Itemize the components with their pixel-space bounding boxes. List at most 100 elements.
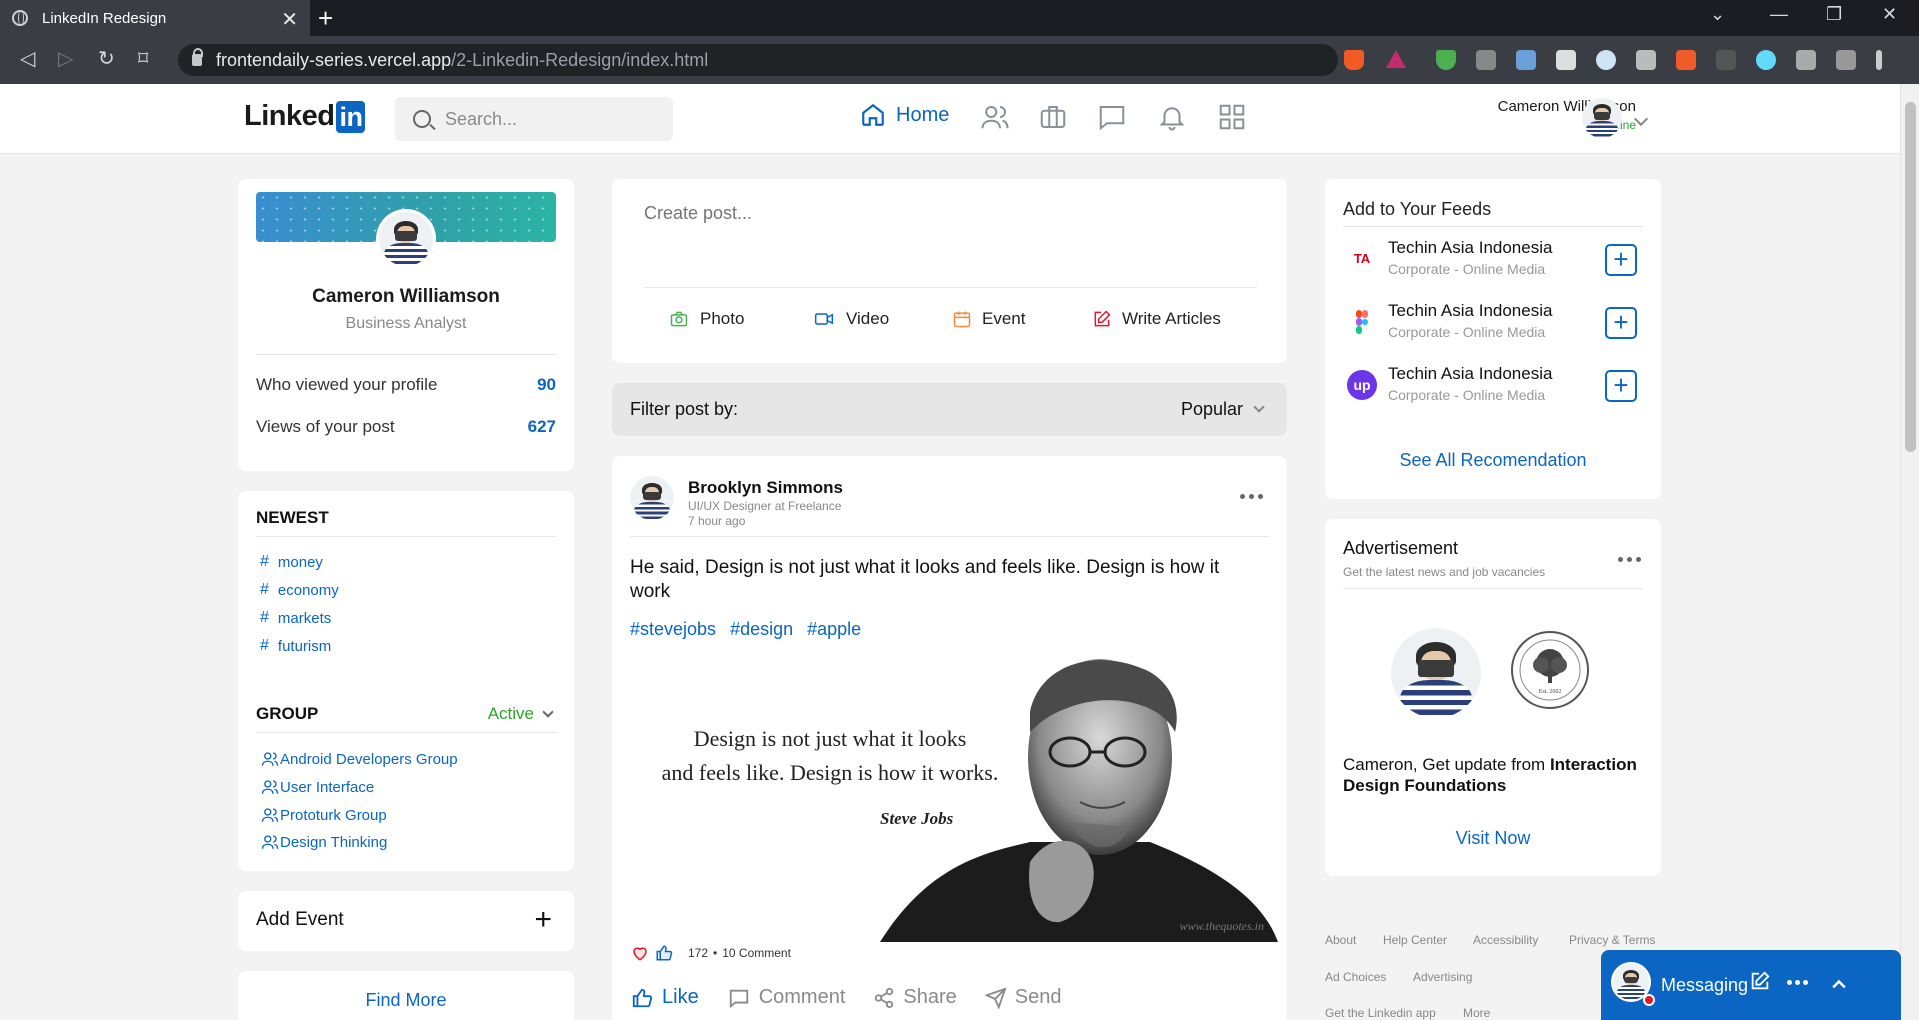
brave-shield-icon[interactable] bbox=[1344, 50, 1364, 70]
add-feed-button[interactable]: + bbox=[1605, 307, 1637, 339]
close-window-icon[interactable]: ✕ bbox=[1882, 4, 1897, 25]
picker-extension-icon[interactable] bbox=[1516, 50, 1536, 70]
tag-markets[interactable]: # markets bbox=[260, 609, 331, 627]
address-bar[interactable]: frontendaily-series.vercel.app/2-Linkedi… bbox=[178, 44, 1338, 76]
wallet-icon[interactable] bbox=[1836, 50, 1856, 70]
group-filter-select[interactable]: Active bbox=[488, 704, 554, 724]
footer-link[interactable]: Accessibility bbox=[1473, 933, 1538, 947]
photo-button[interactable]: Photo bbox=[668, 309, 744, 329]
stat-post-views[interactable]: Views of your post 627 bbox=[256, 417, 556, 437]
search-input[interactable] bbox=[445, 108, 645, 130]
add-feed-button[interactable]: + bbox=[1605, 244, 1637, 276]
tab-search-icon[interactable]: ⌄ bbox=[1710, 4, 1725, 25]
messaging-bar[interactable]: Messaging bbox=[1601, 950, 1901, 1020]
write-article-button[interactable]: Write Articles bbox=[1092, 309, 1221, 329]
footer-link[interactable]: Get the Linkedin app bbox=[1325, 1006, 1436, 1020]
nav-jobs[interactable] bbox=[1038, 102, 1068, 137]
footer-link[interactable]: More bbox=[1463, 1006, 1490, 1020]
close-tab-icon[interactable]: ✕ bbox=[281, 7, 298, 32]
group-item[interactable]: User Interface bbox=[260, 778, 374, 796]
more-options-icon[interactable] bbox=[1240, 494, 1263, 499]
see-all-recommendations-link[interactable]: See All Recomendation bbox=[1325, 450, 1661, 471]
post-actions: Like Comment Share Send bbox=[630, 986, 1062, 1009]
chevron-up-icon[interactable] bbox=[1829, 974, 1849, 999]
add-event-card[interactable]: Add Event + bbox=[238, 891, 574, 951]
tag-money[interactable]: # money bbox=[260, 553, 323, 571]
tag-futurism[interactable]: # futurism bbox=[260, 637, 331, 655]
puzzle-icon[interactable] bbox=[1796, 50, 1816, 70]
create-post-input[interactable] bbox=[644, 203, 1244, 224]
hashtag-link[interactable]: #stevejobs bbox=[630, 619, 716, 640]
menu-icon[interactable] bbox=[1876, 50, 1882, 70]
filter-select[interactable]: Popular bbox=[1181, 399, 1265, 420]
scrollbar-thumb[interactable] bbox=[1905, 102, 1916, 452]
interaction-design-logo: Est. 2002 bbox=[1511, 631, 1589, 709]
footer-link[interactable]: Privacy & Terms bbox=[1569, 933, 1655, 947]
tag-economy[interactable]: # economy bbox=[260, 581, 339, 599]
nav-network[interactable] bbox=[980, 102, 1010, 137]
url-host: frontendaily-series.vercel.app bbox=[216, 49, 452, 70]
react-devtools-icon[interactable] bbox=[1756, 50, 1776, 70]
find-more-link[interactable]: Find More bbox=[238, 990, 574, 1011]
brave-rewards-icon[interactable] bbox=[1386, 50, 1406, 68]
chat-icon bbox=[1099, 106, 1125, 131]
divider bbox=[256, 732, 556, 733]
vpn-extension-icon[interactable] bbox=[1596, 50, 1616, 70]
minimize-icon[interactable]: — bbox=[1770, 4, 1788, 25]
profile-avatar[interactable] bbox=[376, 209, 436, 269]
header-avatar[interactable] bbox=[1582, 98, 1622, 138]
more-options-icon[interactable] bbox=[1618, 557, 1641, 562]
bookmark-icon[interactable]: ⌑ bbox=[138, 46, 148, 71]
add-feed-button[interactable]: + bbox=[1605, 370, 1637, 402]
like-button[interactable]: Like bbox=[630, 986, 699, 1009]
shield-extension-icon[interactable] bbox=[1436, 50, 1456, 70]
profile-name[interactable]: Cameron Williamson bbox=[238, 286, 574, 308]
group-item[interactable]: Design Thinking bbox=[260, 833, 387, 851]
visit-now-link[interactable]: Visit Now bbox=[1325, 828, 1661, 849]
footer-link[interactable]: Advertising bbox=[1413, 970, 1472, 984]
post-image[interactable]: Design is not just what it looks and fee… bbox=[630, 652, 1278, 942]
group-item[interactable]: Prototurk Group bbox=[260, 806, 387, 824]
send-button[interactable]: Send bbox=[984, 986, 1062, 1009]
hashtag-link[interactable]: #apple bbox=[807, 619, 861, 640]
event-button[interactable]: Event bbox=[952, 309, 1025, 329]
share-button[interactable]: Share bbox=[873, 986, 957, 1009]
post-author-name[interactable]: Brooklyn Simmons bbox=[688, 478, 843, 498]
extension-icon[interactable] bbox=[1476, 50, 1496, 70]
compose-icon[interactable] bbox=[1749, 970, 1771, 997]
font-extension-icon[interactable] bbox=[1716, 50, 1736, 70]
browser-tab[interactable]: LinkedIn Redesign ✕ bbox=[0, 0, 310, 36]
more-options-icon[interactable] bbox=[1787, 980, 1808, 985]
feeds-title: Add to Your Feeds bbox=[1343, 199, 1492, 219]
vue-extension-icon[interactable] bbox=[1636, 50, 1656, 70]
hashtag-link[interactable]: #design bbox=[730, 619, 793, 640]
feed-item: TA Techin Asia Indonesia Corporate - Onl… bbox=[1343, 234, 1643, 284]
footer-link[interactable]: Help Center bbox=[1383, 933, 1447, 947]
screenshot-extension-icon[interactable] bbox=[1556, 50, 1576, 70]
footer-link[interactable]: Ad Choices bbox=[1325, 970, 1386, 984]
reload-icon[interactable]: ↻ bbox=[98, 46, 115, 71]
chevron-down-icon[interactable] bbox=[1633, 111, 1649, 127]
plus-icon[interactable]: + bbox=[534, 903, 552, 937]
post-author-avatar[interactable] bbox=[630, 476, 674, 520]
reaction-summary[interactable]: 172 • 10 Comment bbox=[630, 944, 791, 962]
footer-link[interactable]: About bbox=[1325, 933, 1356, 947]
post-card: Brooklyn Simmons UI/UX Designer at Freel… bbox=[612, 456, 1287, 1020]
stat-profile-views[interactable]: Who viewed your profile 90 bbox=[256, 375, 556, 395]
comment-button[interactable]: Comment bbox=[727, 986, 845, 1009]
nav-notifications[interactable] bbox=[1157, 102, 1187, 137]
new-tab-icon[interactable]: + bbox=[318, 3, 333, 34]
nav-apps[interactable] bbox=[1217, 102, 1247, 137]
nav-messaging[interactable] bbox=[1097, 102, 1127, 137]
nav-home[interactable]: Home bbox=[860, 102, 949, 128]
comments-count[interactable]: 10 Comment bbox=[722, 946, 791, 960]
forward-icon[interactable]: ▷ bbox=[58, 46, 73, 71]
group-item[interactable]: Android Developers Group bbox=[260, 750, 458, 768]
back-icon[interactable]: ◁ bbox=[20, 46, 35, 71]
video-button[interactable]: Video bbox=[812, 309, 889, 329]
linkedin-logo[interactable]: Linked in bbox=[244, 100, 366, 133]
tool-extension-icon[interactable] bbox=[1676, 50, 1696, 70]
page-scrollbar[interactable] bbox=[1900, 84, 1919, 1020]
restore-icon[interactable]: ❐ bbox=[1826, 4, 1842, 25]
feed-item: Techin Asia Indonesia Corporate - Online… bbox=[1343, 297, 1643, 347]
